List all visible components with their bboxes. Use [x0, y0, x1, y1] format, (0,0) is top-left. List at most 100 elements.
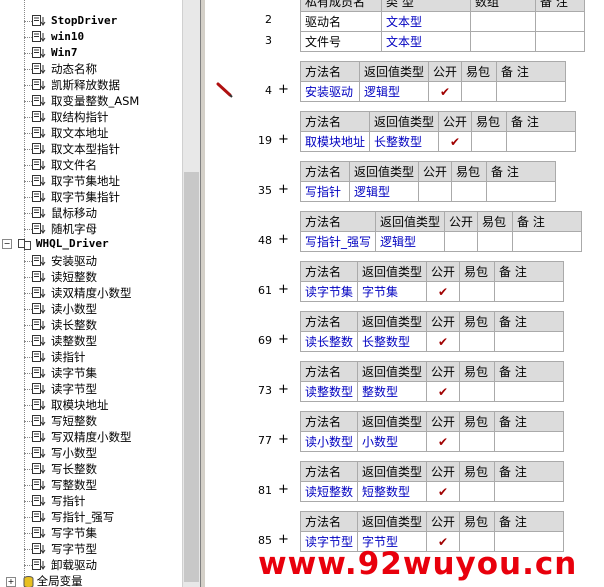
return-type-cell[interactable]: 小数型 — [357, 431, 428, 452]
table-cell[interactable]: 文本型 — [381, 31, 471, 52]
method-row[interactable]: 读整数型 整数型 ✔ — [299, 381, 565, 402]
note-cell[interactable] — [494, 331, 565, 352]
table-cell[interactable] — [470, 11, 536, 32]
expand-plus-icon[interactable]: + — [278, 282, 289, 297]
header-cell: 公开 — [426, 411, 461, 432]
method-table: 方法名 返回值类型 公开 易包备 注读字节集 字节集 ✔ — [299, 261, 565, 302]
easy-cell[interactable] — [459, 331, 496, 352]
header-cell: 备 注 — [494, 511, 565, 532]
tree-global-variables[interactable]: + 全局变量 — [6, 573, 83, 587]
header-cell: 返回值类型 — [357, 511, 428, 532]
method-row[interactable]: 写指针_强写 逻辑型 — [299, 231, 583, 252]
expand-plus-icon[interactable]: + — [278, 132, 289, 147]
easy-cell[interactable] — [459, 481, 496, 502]
header-cell: 方法名 — [299, 211, 377, 232]
public-checkmark-cell[interactable]: ✔ — [428, 81, 463, 102]
method-row[interactable]: 安装驱动 逻辑型 ✔ — [300, 81, 567, 102]
header-cell: 方法名 — [300, 161, 350, 182]
public-checkmark-cell[interactable]: ✔ — [426, 331, 461, 352]
easy-cell[interactable] — [461, 81, 498, 102]
expand-plus-icon[interactable]: + — [278, 232, 289, 247]
return-type-cell[interactable]: 整数型 — [357, 381, 428, 402]
method-name-cell[interactable]: 取模块地址 — [299, 131, 371, 152]
note-cell[interactable] — [494, 481, 565, 502]
method-row[interactable]: 写指针 逻辑型 — [300, 181, 557, 202]
tree-connector — [24, 277, 32, 278]
tree-module-node[interactable]: − WHQL_Driver — [2, 235, 109, 251]
method-name-cell[interactable]: 读整数型 — [299, 381, 359, 402]
table-cell[interactable]: 文本型 — [381, 11, 471, 32]
tree-item-label: 读指针 — [51, 350, 86, 364]
return-type-cell[interactable]: 长整数型 — [357, 331, 428, 352]
easy-cell[interactable] — [459, 281, 496, 302]
note-cell[interactable] — [486, 181, 557, 202]
method-table: 方法名 返回值类型 公开 易包备 注写指针_强写 逻辑型 — [299, 211, 583, 252]
method-name-cell[interactable]: 读长整数 — [299, 331, 359, 352]
subroutine-icon — [32, 319, 46, 331]
return-type-cell[interactable]: 逻辑型 — [375, 231, 446, 252]
expand-plus-icon[interactable]: + — [278, 532, 289, 547]
expand-plus-icon[interactable]: + — [278, 482, 289, 497]
table-cell[interactable] — [470, 31, 536, 52]
easy-cell[interactable] — [451, 181, 488, 202]
subroutine-icon — [32, 287, 46, 299]
easy-cell[interactable] — [459, 431, 496, 452]
tree-connector — [24, 53, 32, 54]
table-cell[interactable] — [535, 31, 585, 52]
public-checkmark-cell[interactable]: ✔ — [426, 381, 461, 402]
expand-plus-icon[interactable]: + — [278, 432, 289, 447]
public-checkmark-cell[interactable] — [418, 181, 453, 202]
method-row[interactable]: 读小数型 小数型 ✔ — [299, 431, 565, 452]
tree-scrollbar[interactable] — [182, 0, 200, 587]
program-tree[interactable]: StopDriver win10 Win7 动态名称 凯斯释放数据 取变量整数_ASM 取结… — [0, 0, 200, 587]
note-cell[interactable] — [494, 281, 565, 302]
method-row[interactable]: 读短整数 短整数型 ✔ — [299, 481, 565, 502]
easy-cell[interactable] — [471, 131, 508, 152]
return-type-cell[interactable]: 逻辑型 — [358, 81, 430, 102]
note-cell[interactable] — [494, 381, 565, 402]
method-name-cell[interactable]: 读小数型 — [299, 431, 359, 452]
method-name-cell[interactable]: 安装驱动 — [300, 81, 360, 102]
method-name-cell[interactable]: 写指针_强写 — [299, 231, 377, 252]
table-row[interactable]: 文件号 文本型 — [300, 31, 585, 52]
public-checkmark-cell[interactable]: ✔ — [426, 481, 461, 502]
public-checkmark-cell[interactable]: ✔ — [426, 431, 461, 452]
method-row[interactable]: 取模块地址 长整数型 ✔ — [299, 131, 577, 152]
note-cell[interactable] — [494, 431, 565, 452]
method-name-cell[interactable]: 读字节集 — [299, 281, 359, 302]
subroutine-icon — [32, 559, 46, 571]
expand-minus-icon[interactable]: − — [2, 238, 12, 249]
class-module-icon — [17, 238, 32, 250]
header-cell: 公开 — [428, 61, 463, 82]
header-cell: 易包 — [459, 361, 496, 382]
method-name-cell[interactable]: 读短整数 — [299, 481, 359, 502]
table-cell[interactable] — [535, 11, 585, 32]
expand-plus-icon[interactable]: + — [278, 82, 289, 97]
return-type-cell[interactable]: 字节集 — [357, 281, 428, 302]
table-cell[interactable]: 文件号 — [300, 31, 382, 52]
scrollbar-thumb[interactable] — [184, 172, 199, 582]
expand-plus-icon[interactable]: + — [278, 382, 289, 397]
public-checkmark-cell[interactable] — [444, 231, 479, 252]
expand-plus-icon[interactable]: + — [6, 576, 16, 587]
table-row[interactable]: 驱动名 文本型 — [300, 11, 585, 32]
method-row[interactable]: 读字节集 字节集 ✔ — [299, 281, 565, 302]
tree-connector — [24, 357, 32, 358]
return-type-cell[interactable]: 长整数型 — [369, 131, 440, 152]
note-cell[interactable] — [506, 131, 577, 152]
method-row[interactable]: 读长整数 长整数型 ✔ — [299, 331, 565, 352]
table-cell[interactable]: 驱动名 — [300, 11, 382, 32]
method-name-cell[interactable]: 写指针 — [300, 181, 350, 202]
public-checkmark-cell[interactable]: ✔ — [426, 281, 461, 302]
note-cell[interactable] — [512, 231, 583, 252]
note-cell[interactable] — [496, 81, 567, 102]
easy-cell[interactable] — [459, 381, 496, 402]
public-checkmark-cell[interactable]: ✔ — [438, 131, 473, 152]
return-type-cell[interactable]: 短整数型 — [357, 481, 428, 502]
expand-plus-icon[interactable]: + — [278, 332, 289, 347]
header-cell: 备 注 — [496, 61, 567, 82]
return-type-cell[interactable]: 逻辑型 — [348, 181, 420, 202]
easy-cell[interactable] — [477, 231, 514, 252]
expand-plus-icon[interactable]: + — [278, 182, 289, 197]
subroutine-icon — [32, 463, 46, 475]
